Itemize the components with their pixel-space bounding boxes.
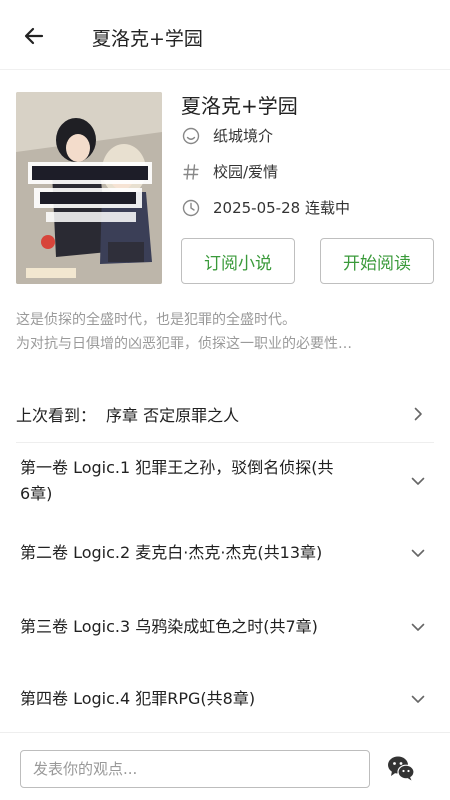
volume-item[interactable]: 第四卷 Logic.4 犯罪RPG(共8章)	[20, 686, 430, 712]
comment-input[interactable]	[20, 750, 370, 788]
arrow-left-icon	[24, 27, 44, 45]
volume-item[interactable]: 第二卷 Logic.2 麦克白·杰克·杰克(共13章)	[20, 540, 430, 566]
chevron-down-icon	[411, 477, 425, 485]
last-read-chapter: 序章 否定原罪之人	[106, 405, 240, 425]
author-row: 纸城境介	[181, 125, 273, 146]
hashtag-icon	[181, 162, 201, 182]
volume-title: 第四卷 Logic.4 犯罪RPG(共8章)	[20, 689, 256, 708]
chevron-down-icon	[411, 623, 425, 631]
volume-item[interactable]: 第一卷 Logic.1 犯罪王之孙，驳倒名侦探(共 6章)	[20, 455, 430, 507]
start-reading-button[interactable]: 开始阅读	[320, 238, 434, 284]
clock-icon	[181, 198, 201, 218]
back-button[interactable]	[20, 22, 48, 50]
top-bar: 夏洛克+学园	[0, 0, 450, 70]
chevron-right-icon	[414, 407, 422, 420]
subscribe-button[interactable]: 订阅小说	[181, 238, 295, 284]
chevron-down-icon	[411, 549, 425, 557]
book-tags: 校园/爱情	[213, 163, 279, 181]
description-line: 这是侦探的全盛时代，也是犯罪的全盛时代。	[16, 312, 296, 328]
wechat-share-button[interactable]	[386, 753, 416, 783]
update-date-status: 2025-05-28 连载中	[213, 199, 350, 217]
last-read-row[interactable]: 上次看到： 序章 否定原罪之人	[16, 385, 434, 443]
description-line: 为对抗与日俱增的凶恶犯罪，侦探这一职业的必要性…	[16, 336, 352, 352]
volume-title: 第三卷 Logic.3 乌鸦染成虹色之时(共7章)	[20, 617, 318, 636]
last-read-label: 上次看到：	[16, 405, 97, 425]
volume-title-cont: 6章)	[20, 484, 53, 503]
wechat-icon	[388, 756, 415, 781]
comment-bar	[0, 732, 450, 800]
smile-icon	[181, 126, 201, 146]
book-title: 夏洛克+学园	[181, 94, 298, 118]
author-name[interactable]: 纸城境介	[213, 125, 273, 146]
volume-title: 第一卷 Logic.1 犯罪王之孙，驳倒名侦探(共	[20, 458, 334, 477]
page-title: 夏洛克+学园	[92, 28, 203, 50]
book-cover-image[interactable]	[16, 92, 162, 284]
volume-item[interactable]: 第三卷 Logic.3 乌鸦染成虹色之时(共7章)	[20, 614, 430, 640]
date-row: 2025-05-28 连载中	[181, 197, 350, 218]
tags-row: 校园/爱情	[181, 161, 278, 182]
volume-title: 第二卷 Logic.2 麦克白·杰克·杰克(共13章)	[20, 543, 323, 562]
chevron-down-icon	[411, 695, 425, 703]
book-description[interactable]: 这是侦探的全盛时代，也是犯罪的全盛时代。 为对抗与日俱增的凶恶犯罪，侦探这一职业…	[16, 308, 436, 356]
